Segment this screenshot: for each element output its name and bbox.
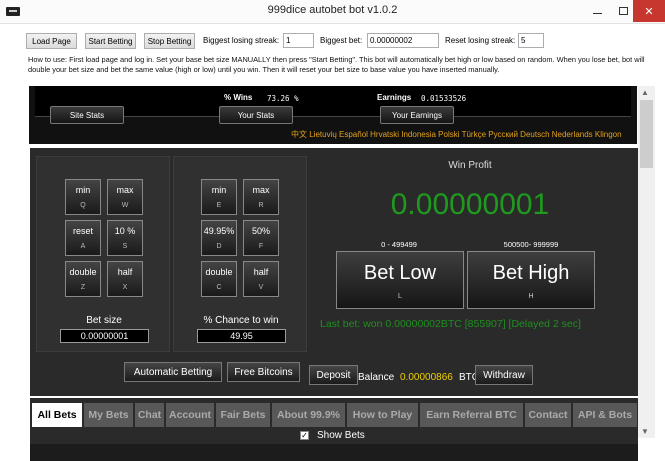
tab-contact[interactable]: Contact [525,403,571,427]
chance-double-button[interactable]: double C [201,261,237,297]
stats-display: % Wins 73.26 % Earnings 0.01533526 [35,86,631,117]
scroll-up-icon[interactable]: ▲ [641,88,649,97]
betting-panel: min Q max W reset A 10 % S double Z half X Bet… [30,148,638,396]
chance-section: min E max R 49.95% D 50% F double C half V % C… [173,156,307,352]
minimize-icon [592,12,602,14]
bet-half-button[interactable]: half X [107,261,143,297]
tab-all-bets[interactable]: All Bets [32,403,82,427]
scroll-thumb[interactable] [640,100,653,168]
window-title: 999dice autobet bot v1.0.2 [267,4,398,16]
last-bet-status: Last bet: won 0.00000002BTC [855907] [De… [320,318,581,330]
language-links[interactable]: 中文 Lietuvių Español Hrvatski Indonesia P… [291,129,622,140]
bet-size-label: Bet size [86,315,122,326]
bet-high-button[interactable]: Bet High H [467,251,595,309]
bet-max-button[interactable]: max W [107,179,143,215]
title-bar: 999dice autobet bot v1.0.2 ✕ [0,0,665,24]
earnings-value: 0.01533526 [421,94,467,103]
deposit-button[interactable]: Deposit [309,365,358,385]
chance-field[interactable]: 49.95 [197,329,286,343]
tab-earn-referral[interactable]: Earn Referral BTC [420,403,523,427]
losing-streak-field[interactable]: 1 [283,33,314,48]
tab-bar: All Bets My Bets Chat Account Fair Bets … [30,398,638,428]
bet-size-section: min Q max W reset A 10 % S double Z half X Bet… [36,156,170,352]
bets-list-area [30,444,638,461]
tab-fair-bets[interactable]: Fair Bets [216,403,270,427]
chance-4995-button[interactable]: 49.95% D [201,220,237,256]
close-icon: ✕ [644,5,654,18]
wins-value: 73.26 % [267,94,299,103]
close-button[interactable]: ✕ [633,0,665,22]
automatic-betting-button[interactable]: Automatic Betting [124,362,222,382]
bet-ten-percent-button[interactable]: 10 % S [107,220,143,256]
win-profit-value: 0.00000001 [390,188,550,221]
tab-api-bots[interactable]: API & Bots [573,403,637,427]
withdraw-button[interactable]: Withdraw [475,365,533,385]
balance-value: 0.00000866 [400,372,453,383]
free-bitcoins-button[interactable]: Free Bitcoins [227,362,300,382]
losing-streak-label: Biggest losing streak: [203,36,280,45]
tab-my-bets[interactable]: My Bets [84,403,133,427]
show-bets-label: Show Bets [317,430,365,441]
high-range-label: 500500- 999999 [503,240,559,249]
biggest-bet-label: Biggest bet: [320,36,363,45]
stats-panel: % Wins 73.26 % Earnings 0.01533526 Site … [29,86,637,144]
chance-max-button[interactable]: max R [243,179,279,215]
biggest-bet-field[interactable]: 0.00000002 [367,33,439,48]
low-range-label: 0 - 499499 [381,240,417,249]
earnings-label: Earnings [377,93,412,102]
reset-streak-label: Reset losing streak: [445,36,516,45]
bet-low-button[interactable]: Bet Low L [336,251,464,309]
show-bets-checkbox[interactable]: ✓ [300,431,309,440]
chance-50-button[interactable]: 50% F [243,220,279,256]
tab-account[interactable]: Account [166,403,214,427]
start-betting-button[interactable]: Start Betting [85,33,136,49]
tab-about[interactable]: About 99.9% [272,403,345,427]
tab-chat[interactable]: Chat [135,403,164,427]
tab-how-to-play[interactable]: How to Play [347,403,418,427]
chance-label: % Chance to win [203,315,279,326]
chance-half-button[interactable]: half V [243,261,279,297]
your-stats-button[interactable]: Your Stats [219,106,293,124]
show-bets-row: ✓ Show Bets [30,428,638,444]
bet-double-button[interactable]: double Z [65,261,101,297]
wins-label: % Wins [224,93,253,102]
load-page-button[interactable]: Load Page [26,33,77,49]
site-stats-button[interactable]: Site Stats [50,106,124,124]
balance-label: Balance [358,372,395,383]
win-profit-label: Win Profit [448,160,492,171]
bet-min-button[interactable]: min Q [65,179,101,215]
vertical-scrollbar[interactable]: ▲ ▼ [638,86,655,438]
chance-min-button[interactable]: min E [201,179,237,215]
your-earnings-button[interactable]: Your Earnings [380,106,454,124]
maximize-icon [618,7,628,15]
bet-reset-button[interactable]: reset A [65,220,101,256]
stop-betting-button[interactable]: Stop Betting [144,33,195,49]
how-to-text: How to use: First load page and log in. … [28,55,645,74]
scroll-down-icon[interactable]: ▼ [641,427,649,436]
reset-streak-field[interactable]: 5 [518,33,544,48]
bet-size-field[interactable]: 0.00000001 [60,329,149,343]
